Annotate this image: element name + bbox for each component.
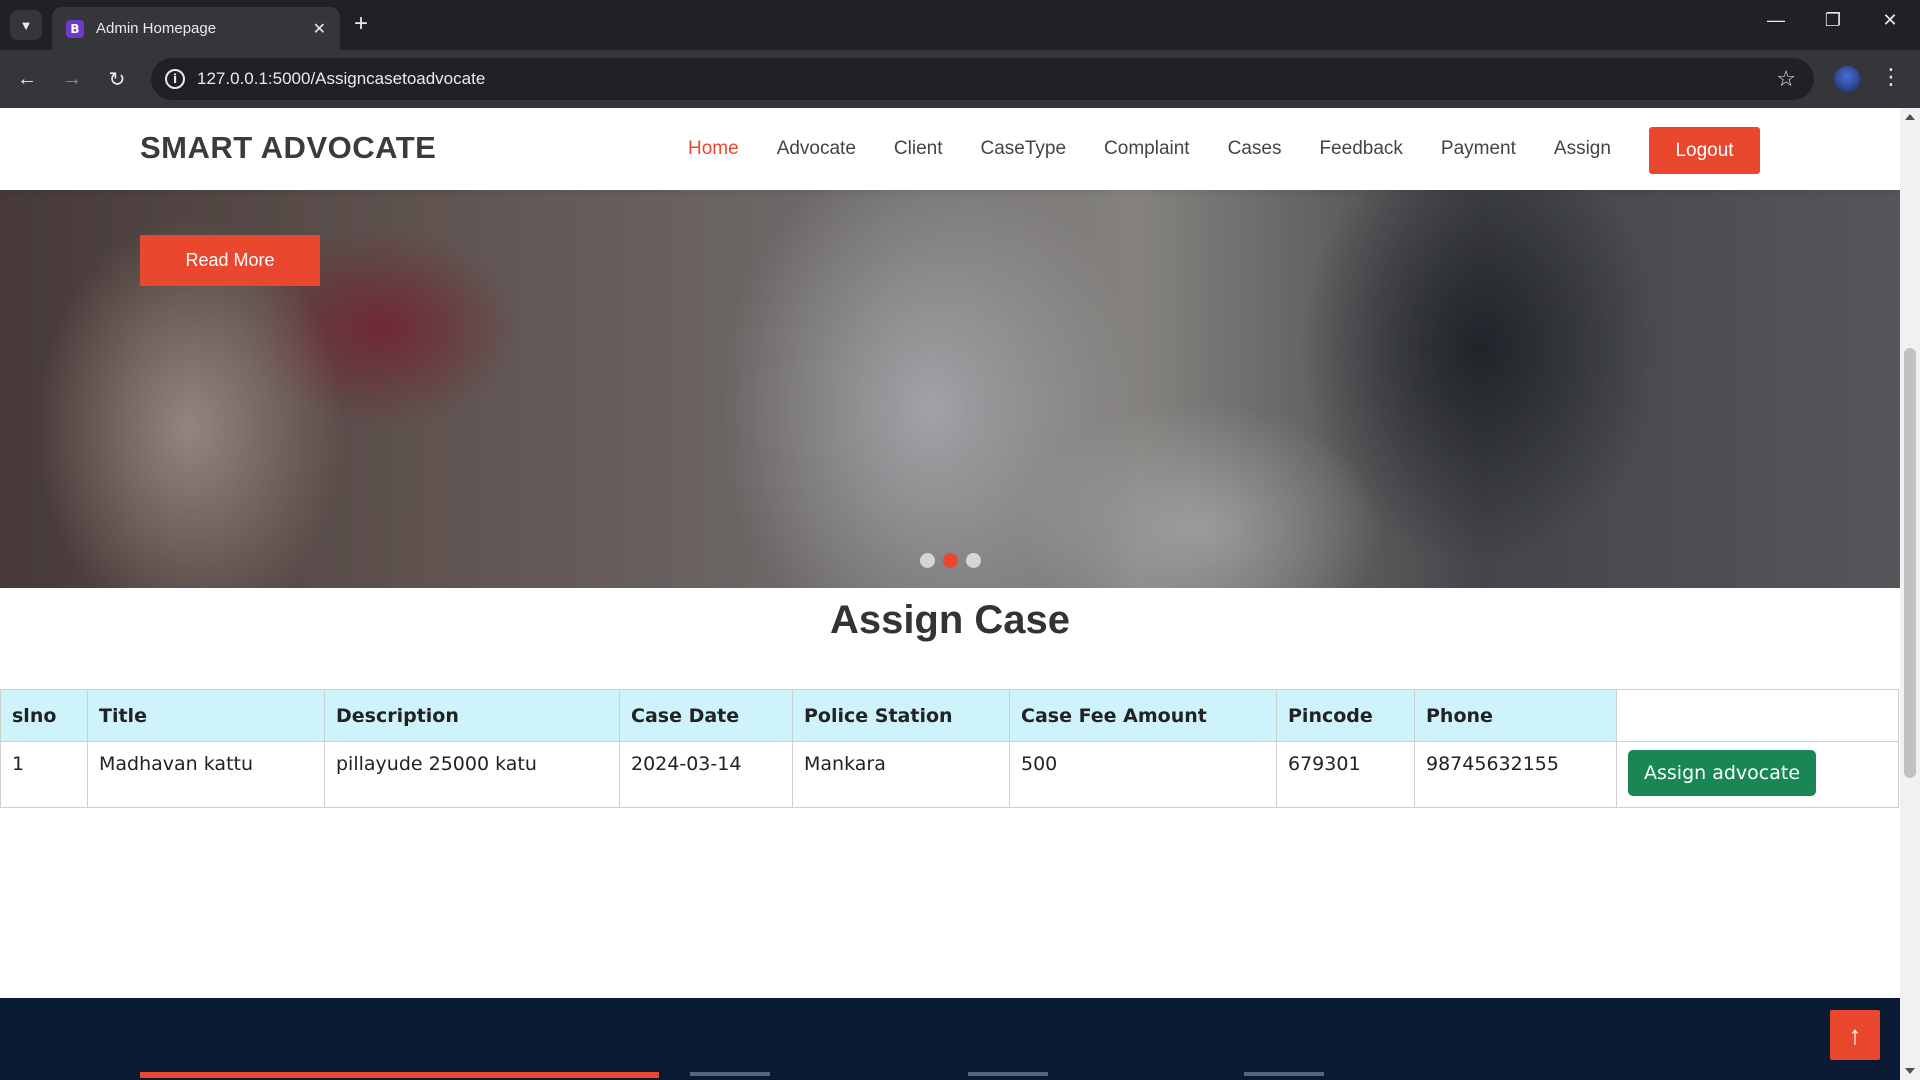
carousel-dot-3[interactable] (966, 553, 981, 568)
nav-link-complaint[interactable]: Complaint (1104, 138, 1190, 160)
column-header-police-station: Police Station (792, 689, 1010, 742)
bookmark-star-icon[interactable]: ☆ (1776, 66, 1796, 92)
table-header-row: slno Title Description Case Date Police … (0, 689, 1899, 742)
column-header-slno: slno (0, 689, 88, 742)
page-viewport: Read More SMART ADVOCATE Home Advocate C… (0, 108, 1900, 1080)
tab-search-button[interactable]: ▼ (10, 10, 42, 40)
forward-arrow-icon[interactable]: → (58, 65, 86, 93)
back-arrow-icon[interactable]: ← (13, 65, 41, 93)
restore-icon[interactable]: ❐ (1813, 10, 1853, 31)
column-header-title: Title (87, 689, 325, 742)
cell-pincode: 679301 (1276, 741, 1415, 808)
chevron-down-icon: ▼ (19, 17, 33, 33)
carousel-indicators (920, 553, 981, 568)
cell-slno: 1 (0, 741, 88, 808)
assign-case-table: slno Title Description Case Date Police … (0, 689, 1899, 808)
tab-title: Admin Homepage (96, 20, 217, 37)
column-header-pincode: Pincode (1276, 689, 1415, 742)
brand-logo[interactable]: SMART ADVOCATE (140, 130, 436, 166)
window-close-icon[interactable]: ✕ (1870, 10, 1910, 31)
scroll-up-arrow[interactable] (1905, 114, 1915, 120)
column-header-action (1616, 689, 1899, 742)
page-scrollbar[interactable] (1900, 108, 1920, 1080)
cell-description: pillayude 25000 katu (324, 741, 620, 808)
footer-accent-bar (140, 1072, 659, 1078)
browser-toolbar: ← → ↻ i 127.0.0.1:5000/Assigncasetoadvoc… (0, 50, 1920, 108)
assign-advocate-button[interactable]: Assign advocate (1628, 750, 1817, 796)
nav-links: Home Advocate Client CaseType Complaint … (688, 108, 1649, 190)
close-icon[interactable]: ✕ (313, 19, 326, 39)
nav-link-feedback[interactable]: Feedback (1319, 138, 1402, 160)
kebab-menu-icon[interactable]: ⋮ (1880, 62, 1902, 92)
column-header-case-fee: Case Fee Amount (1009, 689, 1277, 742)
cell-case-date: 2024-03-14 (619, 741, 793, 808)
cell-case-fee: 500 (1009, 741, 1277, 808)
address-bar[interactable]: i 127.0.0.1:5000/Assigncasetoadvocate ☆ (151, 58, 1814, 100)
nav-link-payment[interactable]: Payment (1441, 138, 1516, 160)
info-icon[interactable]: i (165, 69, 185, 89)
page-title: Assign Case (829, 598, 1071, 642)
profile-avatar[interactable] (1834, 66, 1860, 92)
browser-tab[interactable]: B Admin Homepage ✕ (52, 7, 340, 50)
browser-tab-bar: ▼ B Admin Homepage ✕ + — ❐ ✕ (0, 0, 1920, 50)
carousel-dot-2[interactable] (943, 553, 958, 568)
column-header-description: Description (324, 689, 620, 742)
carousel-dot-1[interactable] (920, 553, 935, 568)
new-tab-button[interactable]: + (354, 11, 368, 37)
footer-heading-placeholder (1244, 1072, 1324, 1076)
footer-heading-placeholder (968, 1072, 1048, 1076)
scroll-down-arrow[interactable] (1905, 1068, 1915, 1074)
nav-link-casetype[interactable]: CaseType (981, 138, 1067, 160)
nav-link-assign[interactable]: Assign (1554, 138, 1611, 160)
cell-phone: 98745632155 (1414, 741, 1617, 808)
minimize-icon[interactable]: — (1756, 10, 1796, 31)
favicon-icon: B (66, 19, 84, 38)
nav-link-client[interactable]: Client (894, 138, 943, 160)
read-more-button[interactable]: Read More (140, 235, 320, 286)
cell-action: Assign advocate (1616, 741, 1899, 808)
back-to-top-button[interactable]: ↑ (1830, 1010, 1880, 1060)
nav-link-home[interactable]: Home (688, 138, 739, 160)
footer-heading-placeholder (690, 1072, 770, 1076)
nav-link-cases[interactable]: Cases (1228, 138, 1282, 160)
site-navbar: SMART ADVOCATE Home Advocate Client Case… (0, 108, 1900, 190)
table-row: 1 Madhavan kattu pillayude 25000 katu 20… (0, 741, 1899, 808)
scroll-thumb[interactable] (1904, 348, 1916, 778)
logout-button[interactable]: Logout (1649, 127, 1760, 174)
column-header-case-date: Case Date (619, 689, 793, 742)
cell-police-station: Mankara (792, 741, 1010, 808)
nav-link-advocate[interactable]: Advocate (777, 138, 856, 160)
arrow-up-icon: ↑ (1848, 1019, 1862, 1050)
column-header-phone: Phone (1414, 689, 1617, 742)
site-footer (0, 998, 1900, 1080)
reload-icon[interactable]: ↻ (103, 65, 131, 93)
url-text[interactable]: 127.0.0.1:5000/Assigncasetoadvocate (197, 69, 485, 89)
cell-title: Madhavan kattu (87, 741, 325, 808)
